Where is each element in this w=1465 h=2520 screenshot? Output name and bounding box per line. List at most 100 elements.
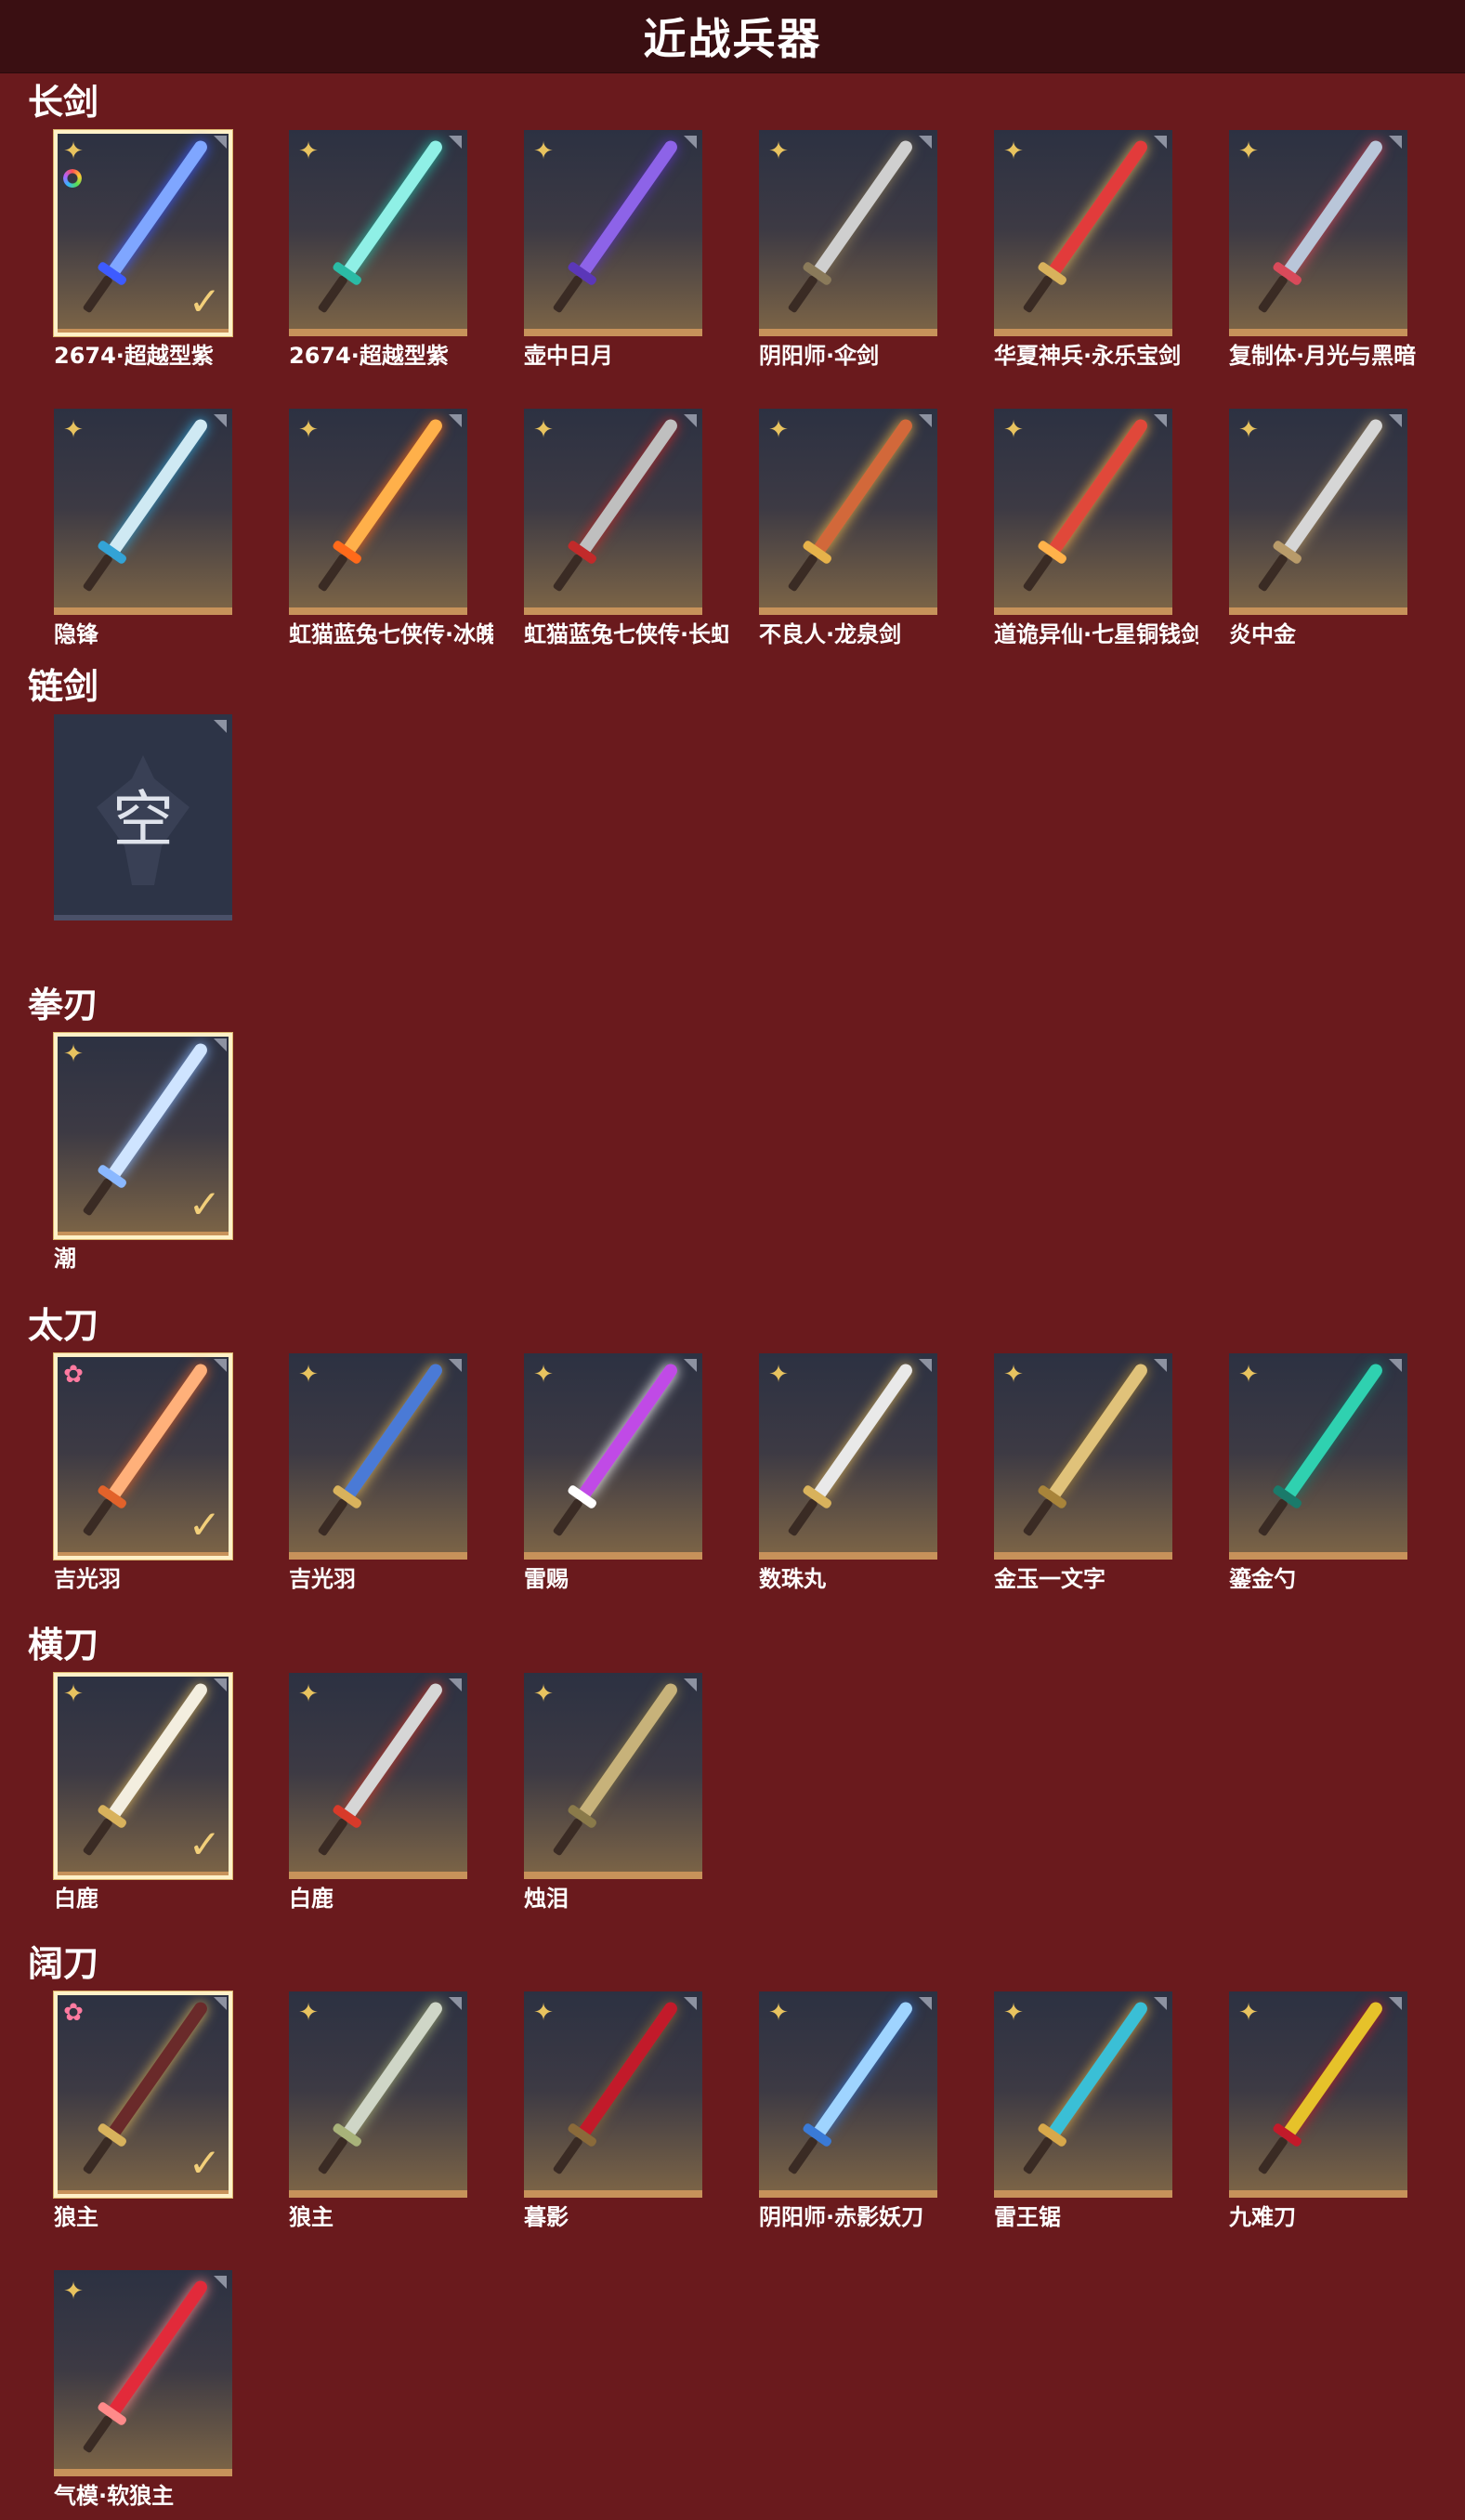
star-badge-icon: ✦	[63, 416, 84, 444]
weapon-card[interactable]: ✦ 鎏金勺	[1229, 1353, 1407, 1593]
weapon-thumbnail: ✦	[289, 1991, 467, 2198]
weapon-icon	[541, 134, 686, 325]
weapon-card[interactable]: ✿ ✓ 狼主	[54, 1991, 232, 2231]
corner-fold-icon	[684, 1678, 697, 1691]
weapon-thumbnail: ✦	[994, 130, 1172, 336]
equipped-check-icon: ✓	[188, 2140, 221, 2186]
weapon-card[interactable]: ✦ ✓ 2674·超越型紫	[54, 130, 232, 370]
weapon-card[interactable]: ✦ 壶中日月	[524, 130, 702, 370]
weapon-name: 2674·超越型紫	[54, 343, 214, 369]
weapon-name: 虹猫蓝兔七侠传·冰魄...	[289, 621, 493, 647]
weapon-card[interactable]: ✦ 烛泪	[524, 1673, 702, 1913]
weapon-name: 道诡异仙·七星铜钱剑	[994, 621, 1198, 647]
weapon-card[interactable]: ✦ 阴阳师·伞剑	[759, 130, 937, 370]
weapon-card[interactable]: ✦ 气模·软狼主	[54, 2270, 232, 2510]
weapon-card[interactable]: ✦ 狼主	[289, 1991, 467, 2231]
weapon-name: 鎏金勺	[1229, 1566, 1296, 1592]
weapon-thumbnail: ✦	[1229, 1353, 1407, 1560]
weapon-thumbnail: ✦	[994, 1353, 1172, 1560]
weapon-name: 炎中金	[1229, 621, 1296, 647]
weapon-name: 壶中日月	[524, 343, 613, 369]
weapon-icon	[1011, 412, 1156, 604]
weapon-card[interactable]: ✦ 阴阳师·赤影妖刀	[759, 1991, 937, 2231]
corner-fold-icon	[214, 1359, 227, 1372]
weapon-thumbnail: ✦	[759, 1991, 937, 2198]
weapon-card[interactable]: ✦ 金玉一文字	[994, 1353, 1172, 1593]
weapon-icon	[776, 412, 921, 604]
star-badge-icon: ✦	[768, 416, 789, 444]
weapon-name: 白鹿	[54, 1886, 98, 1912]
page-header: 近战兵器	[0, 0, 1465, 73]
weapon-card[interactable]: ✦ 九难刀	[1229, 1991, 1407, 2231]
weapon-card[interactable]: ✦ ✓ 潮	[54, 1033, 232, 1273]
weapon-icon	[1246, 134, 1391, 325]
weapon-thumbnail: ✦	[524, 1991, 702, 2198]
star-badge-icon: ✦	[1238, 137, 1259, 165]
flower-badge-icon: ✿	[63, 1361, 84, 1389]
weapon-card[interactable]: ✦ 数珠丸	[759, 1353, 937, 1593]
weapon-card[interactable]: ✦ 暮影	[524, 1991, 702, 2231]
weapon-card[interactable]: ✦ 隐锋	[54, 409, 232, 648]
star-badge-icon: ✦	[533, 1999, 554, 2027]
weapon-icon	[1011, 134, 1156, 325]
weapon-name: 金玉一文字	[994, 1566, 1105, 1592]
empty-slot[interactable]: 空	[54, 714, 232, 921]
weapon-icon	[306, 1677, 451, 1868]
section-title: 太刀	[28, 1305, 99, 1346]
section-title: 阔刀	[28, 1943, 99, 1984]
weapon-thumbnail: ✦ ✓	[54, 1673, 232, 1879]
weapon-icon	[1011, 1357, 1156, 1548]
weapon-thumbnail: ✦	[759, 409, 937, 615]
weapon-card[interactable]: ✦ 不良人·龙泉剑	[759, 409, 937, 648]
weapon-name: 吉光羽	[289, 1566, 356, 1592]
weapon-name: 白鹿	[289, 1886, 334, 1912]
corner-fold-icon	[1389, 1359, 1402, 1372]
weapon-card[interactable]: ✦ 雷王锯	[994, 1991, 1172, 2231]
weapon-card[interactable]: ✦ 虹猫蓝兔七侠传·冰魄...	[289, 409, 493, 648]
star-badge-icon: ✦	[1238, 1999, 1259, 2027]
weapon-card[interactable]: ✦ 复制体·月光与黑暗	[1229, 130, 1416, 370]
star-badge-icon: ✦	[533, 416, 554, 444]
weapon-name: 气模·软狼主	[54, 2483, 175, 2509]
corner-fold-icon	[1154, 414, 1167, 427]
corner-fold-icon	[449, 136, 462, 149]
equipped-check-icon: ✓	[188, 1182, 221, 1227]
weapon-thumbnail: ✦	[54, 409, 232, 615]
weapon-card[interactable]: ✦ 吉光羽	[289, 1353, 467, 1593]
weapon-card[interactable]: ✦ 白鹿	[289, 1673, 467, 1913]
weapon-icon	[71, 412, 216, 604]
weapon-icon	[306, 1357, 451, 1548]
weapon-name: 烛泪	[524, 1886, 569, 1912]
weapon-card[interactable]: ✦ ✓ 白鹿	[54, 1673, 232, 1913]
weapon-icon	[306, 412, 451, 604]
weapon-card[interactable]: ✦ 道诡异仙·七星铜钱剑	[994, 409, 1198, 648]
star-badge-icon: ✦	[63, 137, 84, 165]
weapon-card[interactable]: ✦ 华夏神兵·永乐宝剑	[994, 130, 1181, 370]
weapon-name: 2674·超越型紫	[289, 343, 449, 369]
star-badge-icon: ✦	[298, 1680, 319, 1708]
weapon-thumbnail: ✦	[1229, 130, 1407, 336]
weapon-card[interactable]: ✦ 炎中金	[1229, 409, 1407, 648]
corner-fold-icon	[1389, 136, 1402, 149]
star-badge-icon: ✦	[1003, 1361, 1024, 1389]
weapon-name: 华夏神兵·永乐宝剑	[994, 343, 1182, 369]
weapon-name: 隐锋	[54, 621, 98, 647]
corner-fold-icon	[214, 1997, 227, 2010]
weapon-thumbnail: ✦ ✓	[54, 1033, 232, 1239]
weapon-card[interactable]: ✦ 虹猫蓝兔七侠传·长虹...	[524, 409, 728, 648]
weapon-card[interactable]: ✦ 2674·超越型紫	[289, 130, 467, 370]
corner-fold-icon	[919, 414, 932, 427]
weapon-icon	[71, 2274, 216, 2465]
corner-fold-icon	[919, 1359, 932, 1372]
corner-fold-icon	[684, 136, 697, 149]
corner-fold-icon	[684, 414, 697, 427]
corner-fold-icon	[214, 1038, 227, 1051]
star-badge-icon: ✦	[298, 416, 319, 444]
weapon-card[interactable]: ✦ 雷赐	[524, 1353, 702, 1593]
weapon-thumbnail: ✦	[1229, 409, 1407, 615]
corner-fold-icon	[214, 2276, 227, 2289]
weapon-card[interactable]: ✿ ✓ 吉光羽	[54, 1353, 232, 1593]
corner-fold-icon	[919, 1997, 932, 2010]
weapon-icon	[306, 1995, 451, 2187]
star-badge-icon: ✦	[1238, 1361, 1259, 1389]
